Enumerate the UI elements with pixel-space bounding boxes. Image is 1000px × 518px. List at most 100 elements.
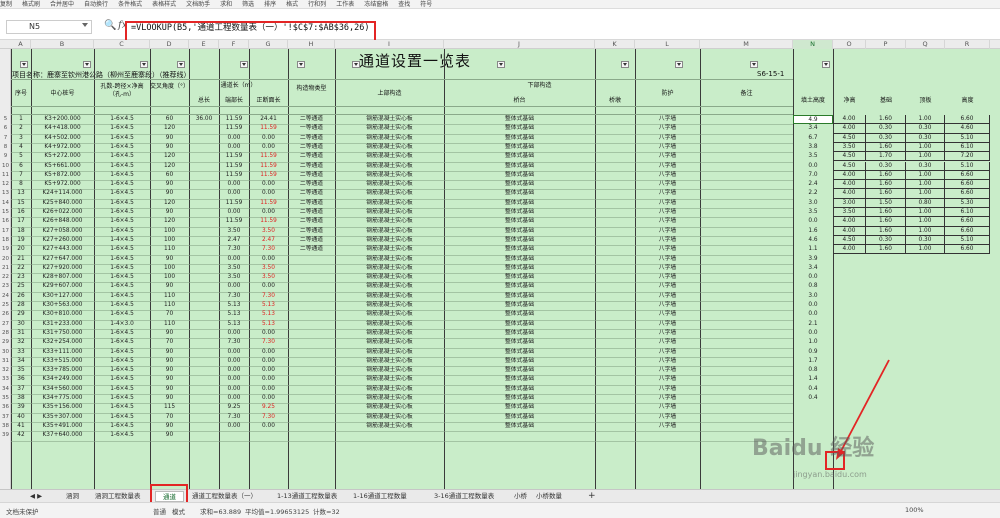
table-cell[interactable]: 11.59 bbox=[249, 217, 288, 226]
table-cell[interactable]: 整体式基础 bbox=[444, 189, 595, 198]
table-cell[interactable]: 13 bbox=[11, 189, 31, 198]
table-cell[interactable]: 120 bbox=[150, 124, 189, 133]
fill-height-cell[interactable]: 0.8 bbox=[793, 282, 833, 291]
table-cell[interactable]: 38 bbox=[11, 394, 31, 403]
table-cell[interactable]: 25 bbox=[11, 282, 31, 291]
row-header[interactable]: 14 bbox=[0, 199, 11, 208]
filter-dropdown-button[interactable] bbox=[297, 61, 305, 68]
lookup-cell[interactable]: 1.70 bbox=[866, 152, 906, 162]
table-cell[interactable]: 二等通道 bbox=[288, 171, 335, 180]
table-cell[interactable] bbox=[288, 320, 335, 329]
table-cell[interactable]: K26+848.000 bbox=[31, 217, 94, 226]
table-cell[interactable]: 110 bbox=[150, 245, 189, 254]
table-cell[interactable]: 5.13 bbox=[219, 320, 249, 329]
add-sheet-button[interactable]: + bbox=[588, 491, 596, 502]
table-cell[interactable]: 31 bbox=[11, 329, 31, 338]
row-header[interactable]: 7 bbox=[0, 134, 11, 143]
fill-height-cell[interactable]: 1.6 bbox=[793, 227, 833, 236]
table-cell[interactable]: 钢筋混凝土实心板 bbox=[335, 255, 444, 264]
table-cell[interactable]: K5+872.000 bbox=[31, 171, 94, 180]
row-header[interactable]: 12 bbox=[0, 180, 11, 189]
table-cell[interactable] bbox=[288, 422, 335, 431]
table-cell[interactable]: 0.00 bbox=[249, 255, 288, 264]
row-header[interactable]: 31 bbox=[0, 357, 11, 366]
table-cell[interactable]: K34+560.000 bbox=[31, 385, 94, 394]
row-header[interactable]: 34 bbox=[0, 385, 11, 394]
table-cell[interactable]: 八字墙 bbox=[635, 348, 700, 357]
table-cell[interactable] bbox=[189, 189, 219, 198]
row-header[interactable]: 36 bbox=[0, 403, 11, 412]
column-header-G[interactable]: G bbox=[249, 40, 288, 49]
table-cell[interactable] bbox=[189, 217, 219, 226]
table-cell[interactable]: 26 bbox=[11, 292, 31, 301]
table-cell[interactable]: 0.00 bbox=[249, 385, 288, 394]
sheet-tab[interactable]: 涵洞 bbox=[66, 491, 92, 502]
fill-height-cell[interactable]: 3.9 bbox=[793, 255, 833, 264]
table-cell[interactable]: 9.25 bbox=[219, 403, 249, 412]
row-header[interactable]: 20 bbox=[0, 255, 11, 264]
table-cell[interactable]: 4 bbox=[11, 143, 31, 152]
table-cell[interactable] bbox=[189, 366, 219, 375]
table-cell[interactable]: 1-6×4.5 bbox=[94, 227, 150, 236]
table-cell[interactable]: 二等通道 bbox=[288, 189, 335, 198]
table-cell[interactable]: K27+260.000 bbox=[31, 236, 94, 245]
table-cell[interactable]: 1-6×4.5 bbox=[94, 189, 150, 198]
lookup-cell[interactable]: 1.00 bbox=[906, 226, 945, 236]
lookup-cell[interactable]: 0.30 bbox=[866, 161, 906, 171]
table-cell[interactable] bbox=[189, 357, 219, 366]
table-cell[interactable]: 八字墙 bbox=[635, 152, 700, 161]
table-cell[interactable]: 钢筋混凝土实心板 bbox=[335, 171, 444, 180]
table-cell[interactable]: 24.41 bbox=[249, 115, 288, 124]
table-cell[interactable]: 钢筋混凝土实心板 bbox=[335, 236, 444, 245]
column-header-O[interactable]: O bbox=[833, 40, 866, 49]
table-cell[interactable]: K27+058.000 bbox=[31, 227, 94, 236]
lookup-cell[interactable]: 6.60 bbox=[945, 115, 990, 125]
column-header-H[interactable]: H bbox=[288, 40, 335, 49]
table-cell[interactable] bbox=[288, 301, 335, 310]
row-header[interactable]: 22 bbox=[0, 273, 11, 282]
table-cell[interactable]: 7 bbox=[11, 171, 31, 180]
filter-dropdown-button[interactable] bbox=[822, 61, 830, 68]
table-cell[interactable]: 钢筋混凝土实心板 bbox=[335, 134, 444, 143]
table-cell[interactable]: K4+418.000 bbox=[31, 124, 94, 133]
table-cell[interactable]: 120 bbox=[150, 152, 189, 161]
table-cell[interactable]: 29 bbox=[11, 310, 31, 319]
table-cell[interactable] bbox=[288, 273, 335, 282]
table-cell[interactable]: K37+640.000 bbox=[31, 431, 94, 440]
table-cell[interactable]: 八字墙 bbox=[635, 124, 700, 133]
fill-height-cell[interactable]: 0.4 bbox=[793, 385, 833, 394]
table-cell[interactable]: 2 bbox=[11, 124, 31, 133]
filter-dropdown-button[interactable] bbox=[177, 61, 185, 68]
table-cell[interactable] bbox=[189, 394, 219, 403]
table-cell[interactable] bbox=[288, 413, 335, 422]
table-cell[interactable]: 18 bbox=[11, 227, 31, 236]
lookup-cell[interactable]: 1.60 bbox=[866, 115, 906, 125]
table-cell[interactable]: K26+022.000 bbox=[31, 208, 94, 217]
table-cell[interactable] bbox=[189, 348, 219, 357]
table-cell[interactable]: 1-6×4.5 bbox=[94, 273, 150, 282]
row-header[interactable]: 35 bbox=[0, 394, 11, 403]
table-cell[interactable]: 整体式基础 bbox=[444, 227, 595, 236]
table-cell[interactable] bbox=[189, 310, 219, 319]
table-cell[interactable]: 11.59 bbox=[249, 162, 288, 171]
table-cell[interactable]: 35 bbox=[11, 366, 31, 375]
table-cell[interactable]: 八字墙 bbox=[635, 422, 700, 431]
table-cell[interactable]: 60 bbox=[150, 115, 189, 124]
table-cell[interactable] bbox=[189, 134, 219, 143]
fill-height-cell[interactable]: 1.7 bbox=[793, 357, 833, 366]
lookup-cell[interactable]: 1.00 bbox=[906, 217, 945, 227]
table-cell[interactable]: 二等通道 bbox=[288, 227, 335, 236]
table-cell[interactable]: 钢筋混凝土实心板 bbox=[335, 301, 444, 310]
table-cell[interactable]: 1-6×4.5 bbox=[94, 292, 150, 301]
table-cell[interactable]: 1-4×4.5 bbox=[94, 236, 150, 245]
table-cell[interactable]: 0.00 bbox=[219, 348, 249, 357]
filter-dropdown-button[interactable] bbox=[140, 61, 148, 68]
table-cell[interactable]: K33+785.000 bbox=[31, 366, 94, 375]
table-cell[interactable]: 5.13 bbox=[249, 310, 288, 319]
table-cell[interactable]: K5+661.000 bbox=[31, 162, 94, 171]
table-cell[interactable]: 钢筋混凝土实心板 bbox=[335, 422, 444, 431]
table-cell[interactable]: 整体式基础 bbox=[444, 264, 595, 273]
table-cell[interactable] bbox=[288, 292, 335, 301]
table-cell[interactable]: 钢筋混凝土实心板 bbox=[335, 394, 444, 403]
column-header-I[interactable]: I bbox=[335, 40, 444, 49]
